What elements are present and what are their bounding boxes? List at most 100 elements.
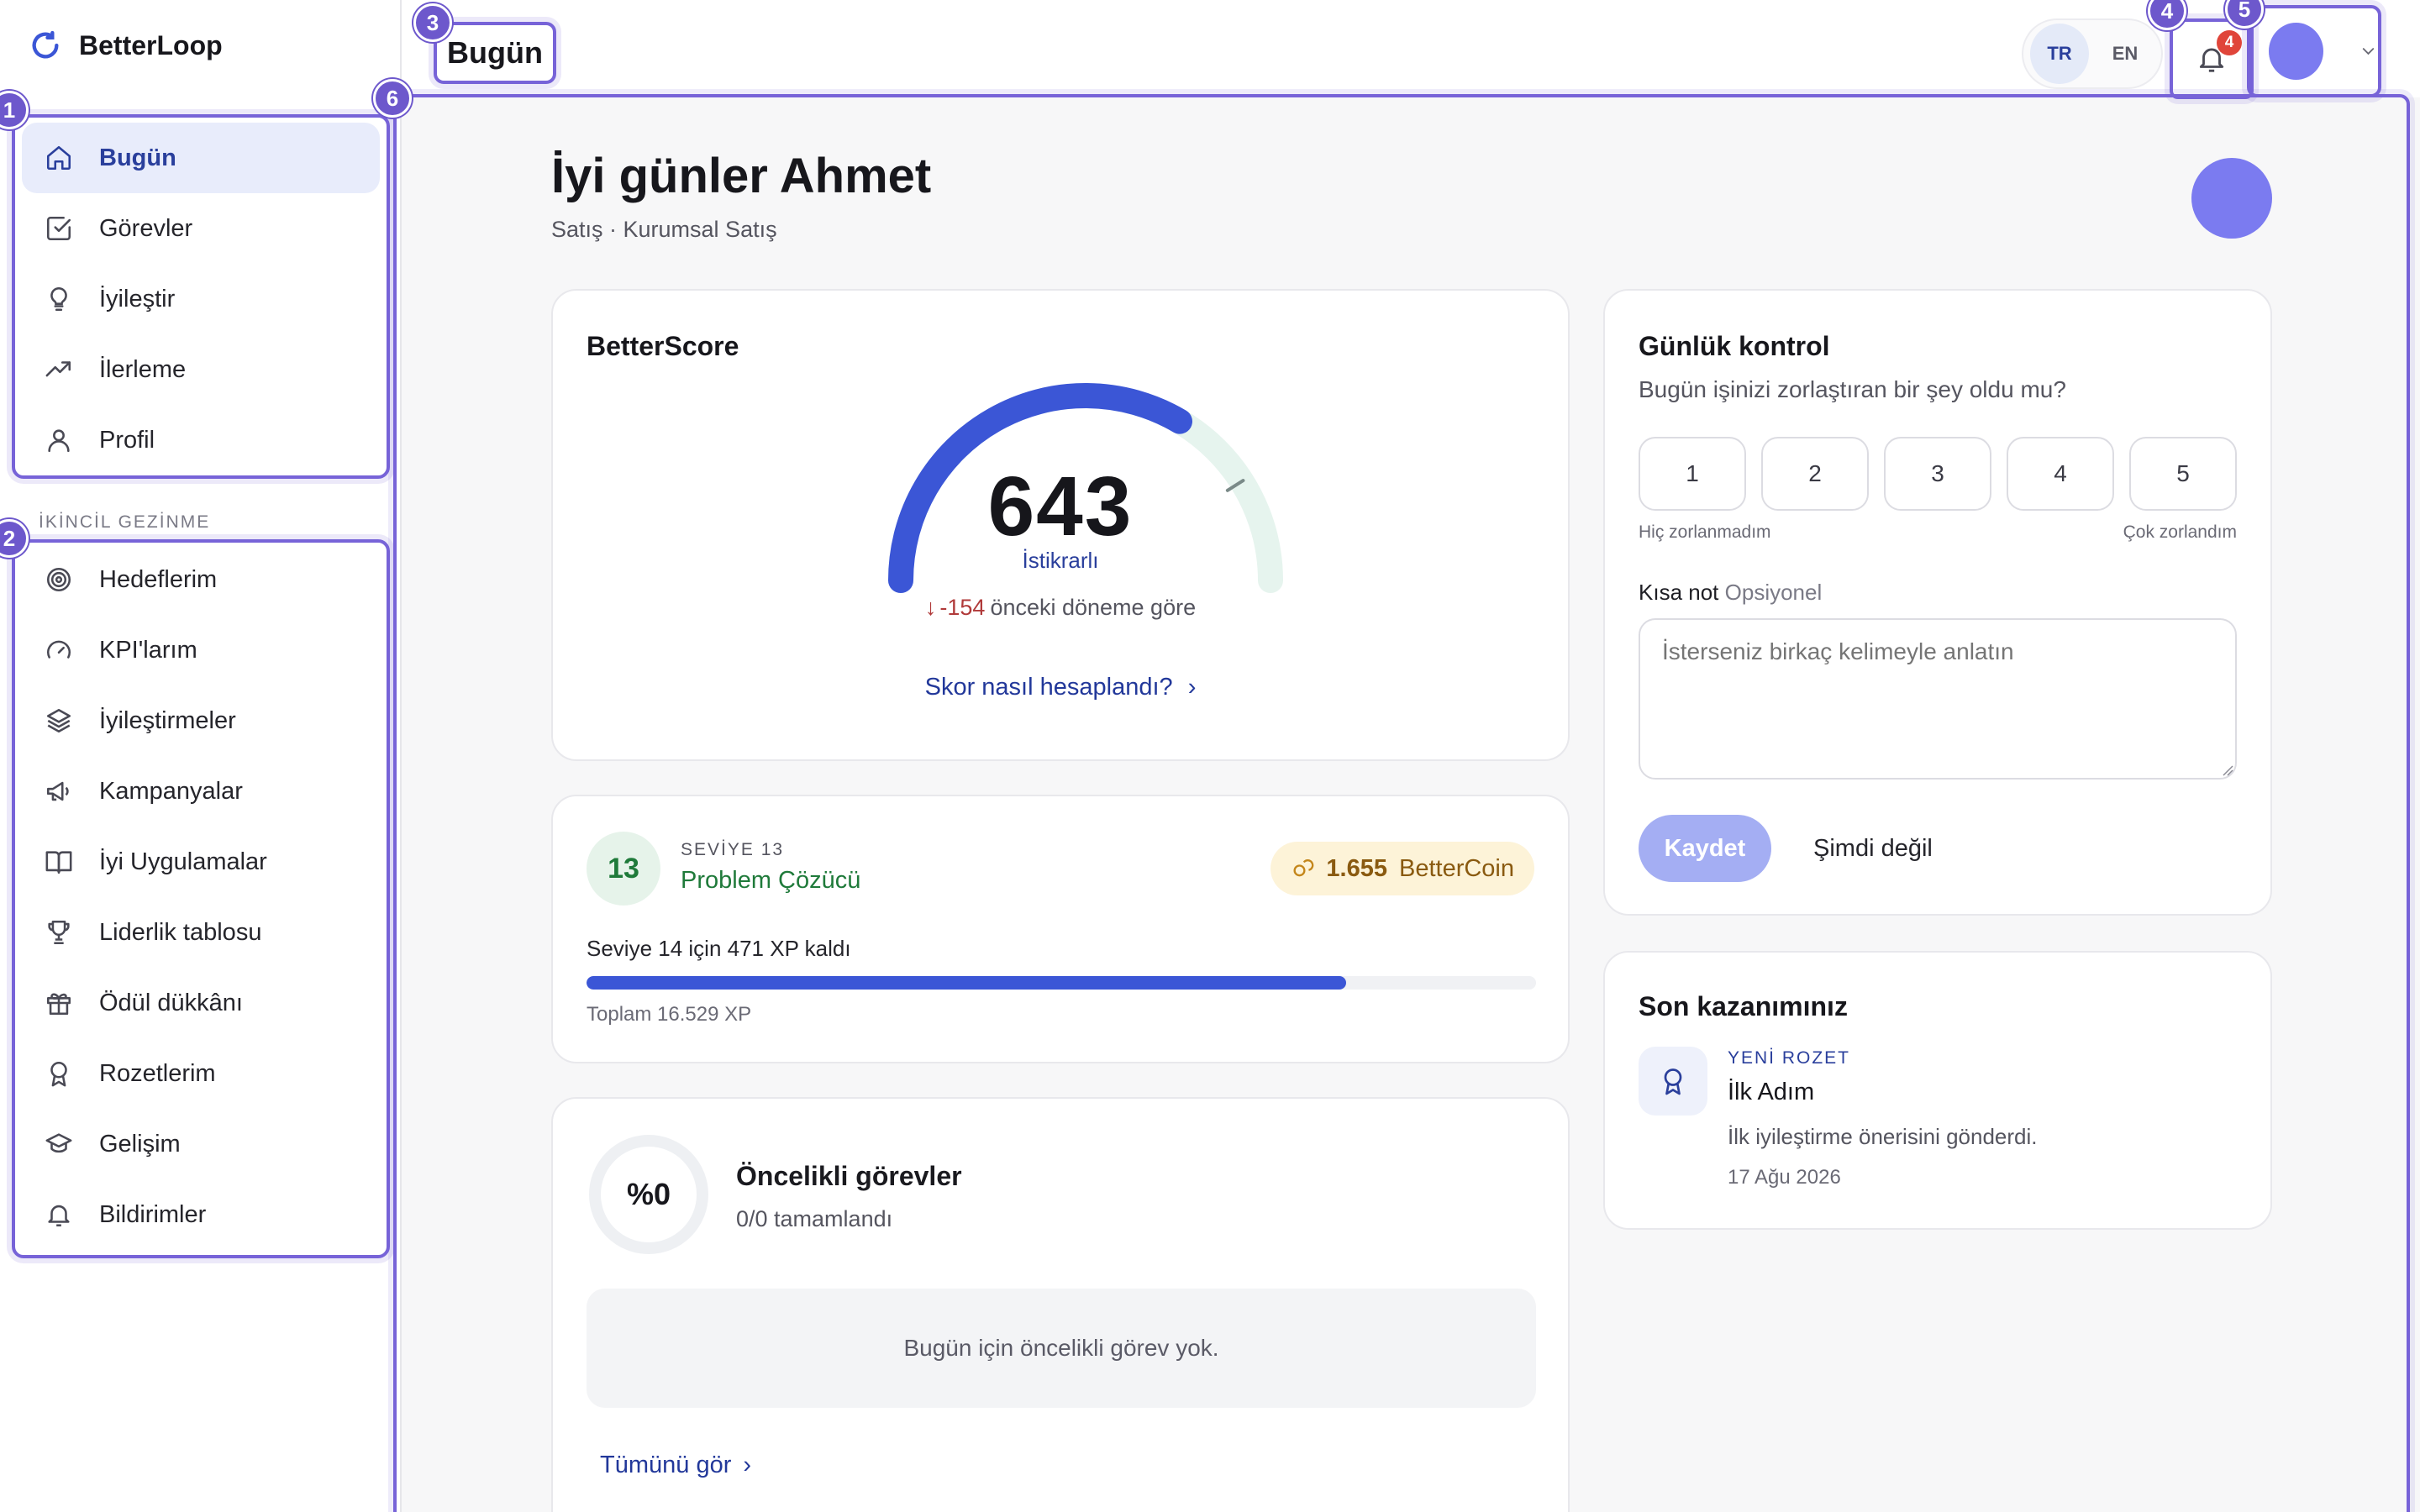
nav-item-label: Görevler [99, 214, 193, 242]
scale-option-4[interactable]: 4 [2007, 437, 2114, 511]
nav-item-liderlik-tablosu[interactable]: Liderlik tablosu [15, 897, 387, 968]
score-delta-value: -154 [939, 595, 986, 620]
recent-achievement-card: Son kazanımınız YENİ ROZET İlk Adım İlk … [1603, 951, 2272, 1230]
achievement-kicker: YENİ ROZET [1728, 1048, 1851, 1068]
brand-logo-icon [32, 30, 59, 59]
nav-item-label: Gelişim [99, 1130, 181, 1158]
resize-handle-icon[interactable] [2222, 764, 2233, 776]
nav-item-ilerleme[interactable]: İlerleme [15, 334, 387, 405]
brand[interactable]: BetterLoop [29, 29, 223, 62]
nav-item-label: İlerleme [99, 355, 187, 383]
language-en-button[interactable]: EN [2096, 24, 2154, 84]
scale-min-label: Hiç zorlanmadım [1639, 522, 1771, 542]
book-icon [44, 847, 74, 877]
not-now-button[interactable]: Şimdi değil [1813, 835, 1933, 863]
language-tr-button[interactable]: TR [2030, 24, 2089, 84]
avatar [2269, 23, 2324, 80]
gift-icon [44, 988, 74, 1018]
daily-check-title: Günlük kontrol [1639, 331, 1830, 361]
nav-item-label: Liderlik tablosu [99, 918, 262, 946]
score-explanation-label: Skor nasıl hesaplandı? [924, 674, 1173, 701]
nav-item-label: İyileştir [99, 285, 176, 312]
checkbox-icon [44, 213, 74, 244]
home-icon [44, 143, 74, 173]
primary-navigation: Bugün Görevler İyileştir İlerleme Profil [12, 114, 390, 479]
daily-check-card: Günlük kontrol Bugün işinizi zorlaştıran… [1603, 289, 2272, 916]
award-icon [44, 1058, 74, 1089]
achievement-date: 17 Ağu 2026 [1728, 1166, 1841, 1189]
save-button[interactable]: Kaydet [1639, 815, 1771, 882]
nav-item-rozetlerim[interactable]: Rozetlerim [15, 1038, 387, 1109]
scale-option-5[interactable]: 5 [2129, 437, 2237, 511]
nav-item-odul-dukkani[interactable]: Ödül dükkânı [15, 968, 387, 1038]
user-icon [44, 425, 74, 455]
layers-icon [44, 706, 74, 736]
scale-option-1[interactable]: 1 [1639, 437, 1746, 511]
nav-item-label: İyileştirmeler [99, 706, 236, 734]
score-value: 643 [987, 459, 1134, 554]
note-textarea[interactable] [1639, 618, 2237, 780]
notifications-button[interactable]: 4 [2170, 18, 2254, 99]
language-switcher: TR EN [2022, 18, 2163, 89]
nav-item-gelisim[interactable]: Gelişim [15, 1109, 387, 1179]
annotation-marker-3: 3 [413, 3, 452, 42]
priority-tasks-title: Öncelikli görevler [736, 1161, 962, 1191]
see-all-link[interactable]: Tümünü gör › [600, 1452, 751, 1479]
nav-item-kampanyalar[interactable]: Kampanyalar [15, 756, 387, 827]
score-explanation-link[interactable]: Skor nasıl hesaplandı? › [553, 674, 1568, 701]
nav-item-label: Bildirimler [99, 1200, 207, 1228]
notification-count-badge: 4 [2217, 30, 2242, 55]
coins-icon [1293, 859, 1314, 877]
nav-item-iyi-uygulamalar[interactable]: İyi Uygulamalar [15, 827, 387, 897]
nav-item-label: Kampanyalar [99, 777, 243, 805]
sidebar: BetterLoop Bugün Görevler İyileştir İler… [0, 0, 402, 1512]
chevron-right-icon: › [1187, 674, 1197, 701]
bettercoin-amount: 1.655 [1326, 854, 1387, 882]
difficulty-scale: 1 2 3 4 5 [1639, 437, 2237, 511]
xp-total: Toplam 16.529 XP [587, 1003, 752, 1026]
nav-item-label: Hedeflerim [99, 565, 218, 593]
nav-item-iyilestirmeler[interactable]: İyileştirmeler [15, 685, 387, 756]
level-kicker: SEVİYE 13 [681, 840, 785, 859]
nav-item-kpilarim[interactable]: KPI'larım [15, 615, 387, 685]
nav-item-bildirimler[interactable]: Bildirimler [15, 1179, 387, 1250]
note-label-text: Kısa not [1639, 580, 1719, 605]
bell-icon [44, 1200, 74, 1230]
scale-max-label: Çok zorlandım [2123, 522, 2237, 542]
score-delta-label: önceki döneme göre [990, 595, 1197, 620]
betterscore-card: BetterScore 643 İstikrarlı ↓ -154 önceki d… [551, 289, 1570, 761]
bettercoin-balance[interactable]: 1.655 BetterCoin [1270, 842, 1534, 895]
nav-item-label: Rozetlerim [99, 1059, 216, 1087]
nav-item-bugun[interactable]: Bugün [22, 123, 380, 193]
award-icon [1664, 1068, 1682, 1095]
annotation-marker-6: 6 [373, 79, 412, 118]
recent-achievement-title: Son kazanımınız [1639, 991, 1848, 1021]
nav-item-label: İyi Uygulamalar [99, 848, 267, 875]
secondary-nav-heading: İKİNCİL GEZİNME [39, 512, 211, 532]
bettercoin-unit: BetterCoin [1398, 854, 1514, 882]
score-state: İstikrarlı [1022, 548, 1099, 573]
megaphone-icon [44, 776, 74, 806]
score-delta: ↓ -154 önceki döneme göre [553, 595, 1568, 621]
note-optional-hint: Opsiyonel [1724, 580, 1823, 605]
target-icon [44, 564, 74, 595]
tasks-percent: %0 [626, 1177, 671, 1211]
arrow-down-icon: ↓ [924, 595, 937, 620]
nav-item-hedeflerim[interactable]: Hedeflerim [15, 544, 387, 615]
scale-option-3[interactable]: 3 [1884, 437, 1991, 511]
badge-tile [1639, 1047, 1707, 1116]
avatar[interactable] [2191, 158, 2272, 239]
nav-item-label: Ödül dükkânı [99, 989, 243, 1016]
xp-progress-bar [587, 976, 1536, 990]
user-department: Satış · Kurumsal Satış [551, 217, 777, 242]
greeting-heading: İyi günler Ahmet [551, 149, 932, 203]
level-name: Problem Çözücü [681, 867, 861, 894]
nav-item-gorevler[interactable]: Görevler [15, 193, 387, 264]
xp-remaining: Seviye 14 için 471 XP kaldı [587, 936, 851, 961]
scale-option-2[interactable]: 2 [1761, 437, 1869, 511]
nav-item-iyilestir[interactable]: İyileştir [15, 264, 387, 334]
user-menu-button[interactable] [2247, 5, 2381, 97]
nav-item-profil[interactable]: Profil [15, 405, 387, 475]
topbar: Bugün TR EN 4 [402, 0, 2420, 99]
xp-progress-fill [587, 976, 1346, 990]
